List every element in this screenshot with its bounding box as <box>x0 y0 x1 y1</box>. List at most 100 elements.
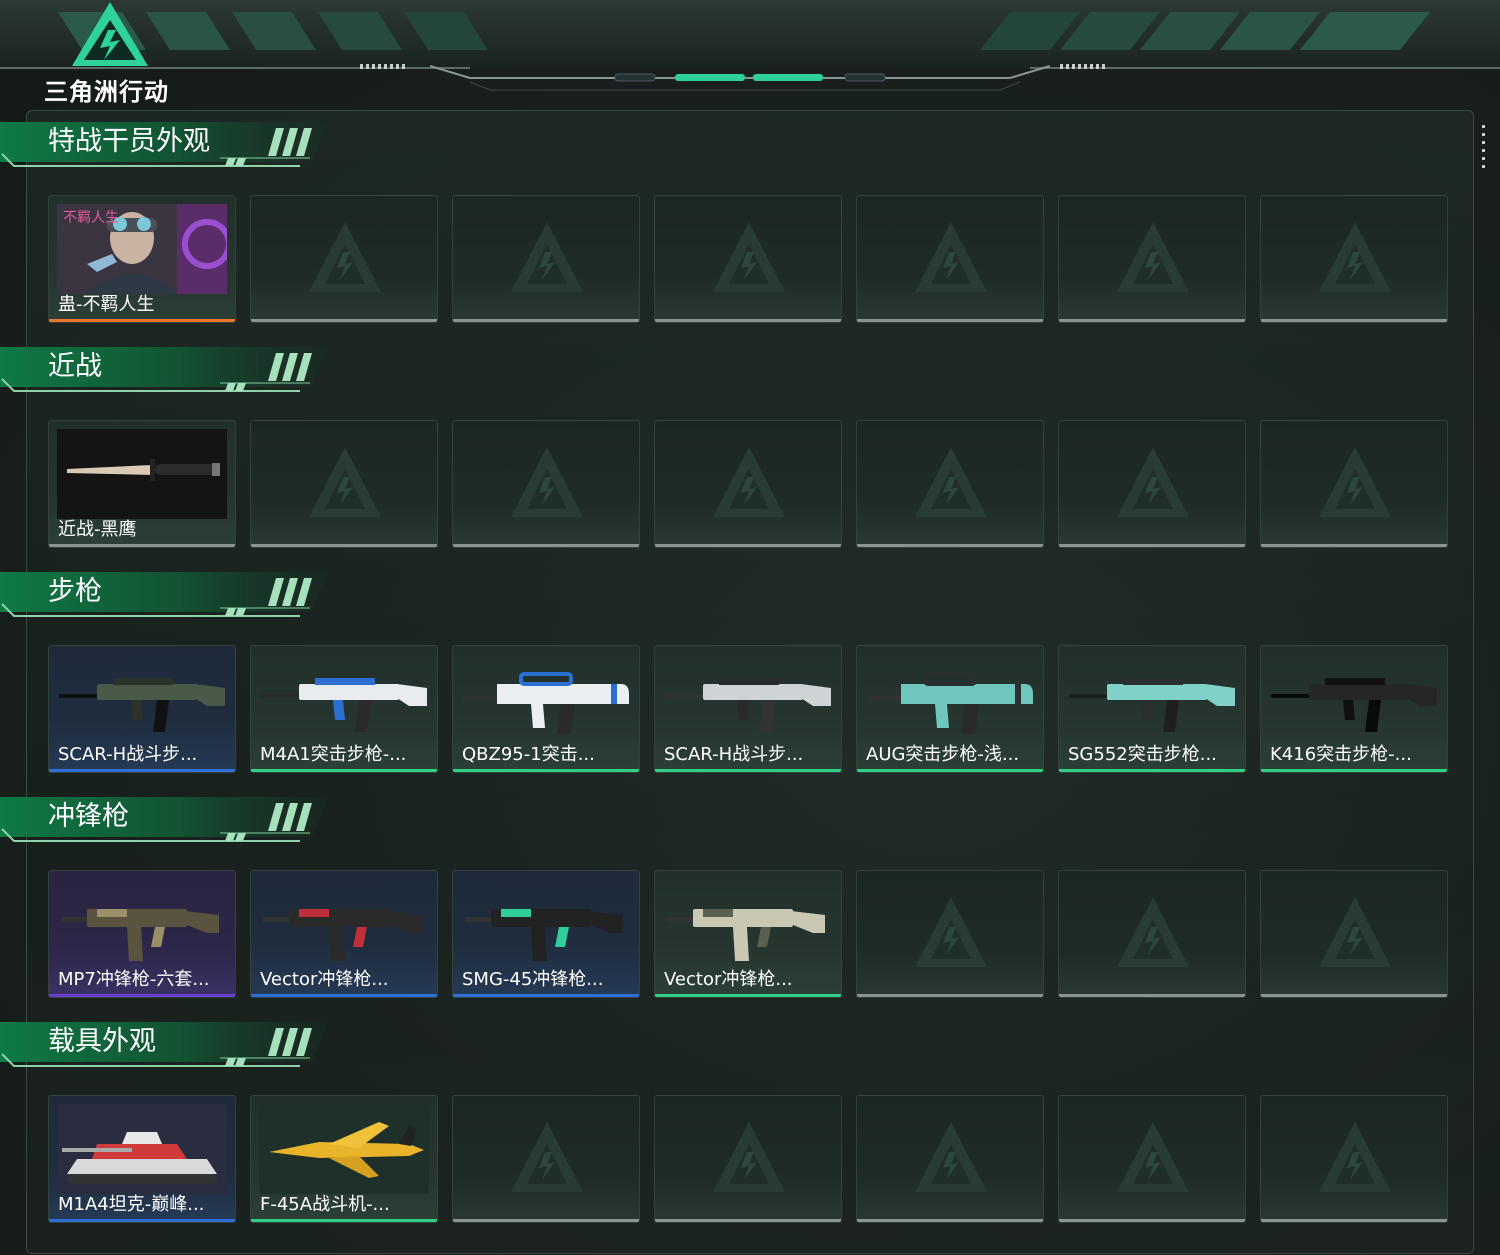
item-name: M1A4坦克-巅峰... <box>58 1194 205 1215</box>
logo-watermark-icon <box>1117 1122 1189 1192</box>
rarity-bar <box>857 319 1043 322</box>
logo-watermark-icon <box>713 447 785 517</box>
rarity-bar <box>251 994 437 997</box>
rarity-bar <box>655 1219 841 1222</box>
item-card[interactable]: SMG-45冲锋枪... <box>452 870 640 998</box>
operator-portrait-image: 不羁人生 <box>57 204 227 294</box>
section-title: 特战干员外观 <box>48 126 210 157</box>
empty-item-slot[interactable] <box>1260 195 1448 323</box>
empty-item-slot[interactable] <box>452 195 640 323</box>
empty-item-slot[interactable] <box>1058 420 1246 548</box>
rarity-bar <box>49 769 235 772</box>
item-card[interactable]: Vector冲锋枪... <box>250 870 438 998</box>
item-card[interactable]: MP7冲锋枪-六套... <box>48 870 236 998</box>
empty-item-slot[interactable] <box>654 1095 842 1223</box>
rifle-black-image <box>1271 678 1437 732</box>
rarity-bar <box>655 769 841 772</box>
item-card[interactable]: QBZ95-1突击... <box>452 645 640 773</box>
rarity-bar <box>49 319 235 322</box>
rifle-white-blue-image <box>261 678 427 732</box>
section-header: 冲锋枪 <box>0 793 340 845</box>
rarity-bar <box>251 544 437 547</box>
empty-item-slot[interactable] <box>1058 1095 1246 1223</box>
empty-item-slot[interactable] <box>856 195 1044 323</box>
item-card[interactable]: 不羁人生 蛊-不羁人生 <box>48 195 236 323</box>
item-card[interactable]: M1A4坦克-巅峰... <box>48 1095 236 1223</box>
rarity-bar <box>1059 319 1245 322</box>
section-title: 步枪 <box>48 576 102 607</box>
empty-item-slot[interactable] <box>856 420 1044 548</box>
section-title: 载具外观 <box>48 1026 156 1057</box>
rifle-green-image <box>59 678 225 732</box>
logo-watermark-icon <box>1117 447 1189 517</box>
item-card[interactable]: M4A1突击步枪-... <box>250 645 438 773</box>
logo-watermark-icon <box>309 222 381 292</box>
logo-watermark-icon <box>511 222 583 292</box>
rarity-bar <box>49 544 235 547</box>
rarity-bar <box>251 319 437 322</box>
empty-item-slot[interactable] <box>654 195 842 323</box>
item-name: M4A1突击步枪-... <box>260 744 407 765</box>
empty-item-slot[interactable] <box>452 420 640 548</box>
item-card[interactable]: AUG突击步枪-浅... <box>856 645 1044 773</box>
rarity-bar <box>251 1219 437 1222</box>
empty-item-slot[interactable] <box>250 420 438 548</box>
section-header: 特战干员外观 <box>0 118 340 170</box>
rarity-bar <box>453 544 639 547</box>
logo-watermark-icon <box>309 447 381 517</box>
rarity-bar <box>1261 769 1447 772</box>
rarity-bar <box>453 1219 639 1222</box>
rarity-bar <box>49 994 235 997</box>
item-name: Vector冲锋枪... <box>664 969 793 990</box>
item-card[interactable]: SCAR-H战斗步... <box>48 645 236 773</box>
rarity-bar <box>655 544 841 547</box>
item-name: QBZ95-1突击... <box>462 744 595 765</box>
smg-tan-image <box>61 909 219 961</box>
bullpup-white-blue-image <box>463 672 629 734</box>
logo-watermark-icon <box>915 447 987 517</box>
section-title: 冲锋枪 <box>48 801 129 832</box>
empty-item-slot[interactable] <box>856 1095 1044 1223</box>
empty-item-slot[interactable] <box>1058 195 1246 323</box>
section-header: 步枪 <box>0 568 340 620</box>
logo-watermark-icon <box>713 1122 785 1192</box>
item-name: MP7冲锋枪-六套... <box>58 969 210 990</box>
bullpup-teal-image <box>867 672 1033 734</box>
logo-watermark-icon <box>511 447 583 517</box>
item-card[interactable]: K416突击步枪-... <box>1260 645 1448 773</box>
smg-dark-image <box>465 909 623 961</box>
empty-item-slot[interactable] <box>1058 870 1246 998</box>
rarity-bar <box>1261 544 1447 547</box>
rarity-bar <box>453 994 639 997</box>
game-logo-title: 三角洲行动 <box>44 78 169 106</box>
rarity-bar <box>655 319 841 322</box>
knife-image <box>57 429 227 519</box>
item-card[interactable]: F-45A战斗机-... <box>250 1095 438 1223</box>
empty-item-slot[interactable] <box>250 195 438 323</box>
empty-item-slot[interactable] <box>1260 420 1448 548</box>
item-name: SCAR-H战斗步... <box>58 744 198 765</box>
rarity-bar <box>453 319 639 322</box>
empty-item-slot[interactable] <box>856 870 1044 998</box>
item-name: F-45A战斗机-... <box>260 1194 390 1215</box>
rarity-bar <box>857 1219 1043 1222</box>
rarity-bar <box>1261 1219 1447 1222</box>
rifle-white-image <box>665 678 831 732</box>
rarity-bar <box>1059 544 1245 547</box>
empty-item-slot[interactable] <box>452 1095 640 1223</box>
section-header: 载具外观 <box>0 1018 340 1070</box>
item-card[interactable]: Vector冲锋枪... <box>654 870 842 998</box>
logo-watermark-icon <box>713 222 785 292</box>
empty-item-slot[interactable] <box>654 420 842 548</box>
empty-item-slot[interactable] <box>1260 1095 1448 1223</box>
svg-text:不羁人生: 不羁人生 <box>63 210 119 226</box>
item-card[interactable]: 近战-黑鹰 <box>48 420 236 548</box>
rifle-teal-image <box>1069 678 1235 732</box>
logo-watermark-icon <box>1117 897 1189 967</box>
item-card[interactable]: SG552突击步枪... <box>1058 645 1246 773</box>
item-card[interactable]: SCAR-H战斗步... <box>654 645 842 773</box>
item-name: K416突击步枪-... <box>1270 744 1412 765</box>
rarity-bar <box>1059 994 1245 997</box>
empty-item-slot[interactable] <box>1260 870 1448 998</box>
scroll-indicator[interactable] <box>1482 125 1486 180</box>
